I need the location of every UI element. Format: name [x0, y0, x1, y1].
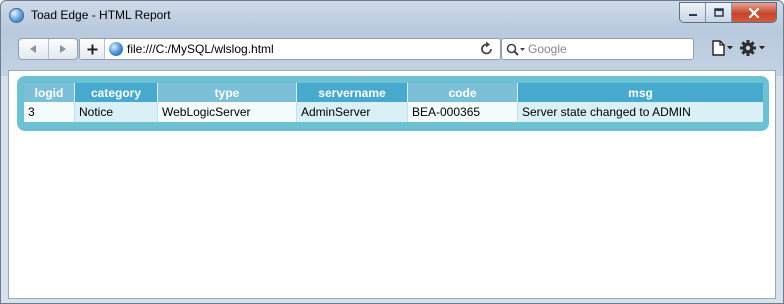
reload-icon — [481, 41, 492, 55]
cell-msg: Server state changed to ADMIN — [517, 102, 763, 122]
title-bar: Toad Edge - HTML Report — [1, 1, 783, 31]
globe-icon — [109, 42, 123, 56]
url-text[interactable]: file:///C:/MySQL/wlslog.html — [127, 42, 274, 56]
column-header-type: type — [157, 83, 297, 102]
cell-code: BEA-000365 — [407, 102, 518, 122]
reload-button[interactable] — [480, 41, 494, 61]
gear-icon — [740, 40, 765, 56]
cell-type: WebLogicServer — [157, 102, 297, 122]
column-header-servername: servername — [296, 83, 408, 102]
page-menu-button[interactable] — [711, 40, 735, 60]
browser-window: Toad Edge - HTML Report file:///C:/MySQL… — [0, 0, 784, 304]
forward-button[interactable] — [47, 39, 78, 59]
tools-menu-button[interactable] — [740, 39, 768, 61]
page-content: logid category type servername code msg … — [8, 70, 776, 299]
column-header-msg: msg — [517, 83, 763, 102]
column-header-logid: logid — [24, 83, 75, 102]
navigation-toolbar: file:///C:/MySQL/wlslog.html Google — [9, 37, 777, 65]
maximize-icon — [713, 8, 724, 17]
table-header-row: logid category type servername code msg — [24, 83, 763, 102]
search-placeholder: Google — [528, 42, 567, 56]
back-forward-group — [18, 38, 78, 60]
add-bookmark-button[interactable] — [80, 39, 105, 59]
window-title: Toad Edge - HTML Report — [31, 8, 171, 22]
back-arrow-icon — [30, 45, 37, 53]
report-frame: logid category type servername code msg … — [17, 76, 769, 131]
table-row: 3 Notice WebLogicServer AdminServer BEA-… — [24, 102, 763, 122]
maximize-button[interactable] — [706, 3, 732, 22]
minimize-button[interactable] — [680, 3, 706, 22]
close-button[interactable] — [732, 3, 776, 22]
column-header-code: code — [407, 83, 518, 102]
page-menu-icon — [712, 40, 733, 56]
search-icon[interactable] — [506, 42, 526, 61]
column-header-category: category — [74, 83, 158, 102]
cell-category: Notice — [74, 102, 158, 122]
close-icon — [748, 7, 760, 18]
back-button[interactable] — [19, 39, 48, 59]
cell-servername: AdminServer — [296, 102, 408, 122]
window-controls — [679, 2, 777, 23]
forward-arrow-icon — [59, 45, 66, 53]
report-table: logid category type servername code msg … — [24, 83, 763, 122]
cell-logid: 3 — [24, 102, 75, 122]
search-bar[interactable]: Google — [501, 38, 694, 60]
plus-icon — [87, 44, 97, 54]
minimize-icon — [688, 13, 697, 16]
address-bar[interactable]: file:///C:/MySQL/wlslog.html — [79, 38, 501, 60]
browser-app-icon — [9, 8, 24, 23]
